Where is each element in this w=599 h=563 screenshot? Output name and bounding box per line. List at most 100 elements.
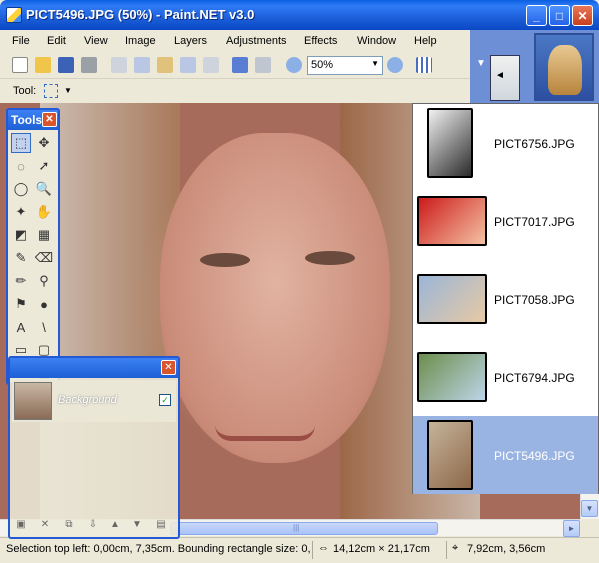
print-icon[interactable] [81, 57, 97, 73]
move-layer-up-icon[interactable]: ▲ [108, 519, 122, 533]
tool-options-bar: Tool: ▼ [0, 80, 488, 102]
layers-close-button[interactable]: ✕ [161, 360, 176, 375]
menu-window[interactable]: Window [357, 35, 396, 47]
ellipse-select-icon[interactable]: ◯ [11, 179, 31, 199]
image-size: 14,12cm × 21,17cm [333, 543, 430, 555]
zoom-icon[interactable]: 🔍 [34, 179, 54, 199]
image-list-item[interactable]: PICT6756.JPG [413, 104, 598, 182]
chevron-down-icon[interactable]: ▼ [64, 86, 72, 95]
menu-file[interactable]: File [12, 35, 30, 47]
recolor-icon[interactable]: ● [34, 294, 54, 314]
save-icon[interactable] [58, 57, 74, 73]
grid-icon[interactable] [416, 57, 432, 73]
duplicate-layer-icon[interactable]: ⧉ [62, 519, 76, 533]
close-button[interactable]: ✕ [572, 5, 593, 26]
layer-row[interactable]: Background ✓ [12, 380, 176, 422]
image-list-item[interactable]: PICT6794.JPG [413, 338, 598, 416]
move-selected-icon[interactable]: ➚ [34, 156, 54, 176]
cursor-position: 7,92cm, 3,56cm [467, 543, 546, 555]
layer-visible-checkbox[interactable]: ✓ [159, 394, 171, 406]
magic-wand-icon[interactable]: ✦ [11, 202, 31, 222]
image-list-item[interactable]: PICT7017.JPG [413, 182, 598, 260]
grip-icon: ||| [293, 523, 300, 532]
image-file-name: PICT7058.JPG [494, 293, 575, 307]
zoom-value: 50% [311, 59, 334, 71]
image-file-name: PICT6794.JPG [494, 371, 575, 385]
new-icon[interactable] [12, 57, 28, 73]
image-file-name: PICT6756.JPG [494, 137, 575, 151]
image-thumbnail [417, 274, 487, 324]
paintbrush-icon[interactable]: ✎ [11, 248, 31, 268]
main-toolbar: 50% ▼ [0, 52, 488, 79]
paint-bucket-icon[interactable]: ◩ [11, 225, 31, 245]
menu-view[interactable]: View [84, 35, 108, 47]
undo-icon[interactable] [232, 57, 248, 73]
menu-image[interactable]: Image [125, 35, 156, 47]
lasso-select-icon[interactable]: ◌ [11, 156, 31, 176]
image-tab-strip: ▼ ◄ [470, 30, 599, 103]
image-thumbnail [427, 108, 473, 178]
scroll-right-button[interactable]: ► [563, 520, 580, 537]
line-curve-icon[interactable]: \ [34, 317, 54, 337]
move-layer-down-icon[interactable]: ▼ [130, 519, 144, 533]
image-thumbnail [417, 196, 487, 246]
minimize-button[interactable]: _ [526, 5, 547, 26]
status-divider [312, 541, 313, 559]
paste-icon[interactable] [157, 57, 173, 73]
canvas-photo-eye [200, 253, 250, 267]
scroll-left-icon[interactable]: ◄ [495, 70, 505, 81]
pan-icon[interactable]: ✋ [34, 202, 54, 222]
image-tab-thumbnail[interactable]: ◄ [490, 55, 520, 101]
delete-layer-icon[interactable]: ✕ [38, 519, 52, 533]
horizontal-scroll-thumb[interactable]: ||| [170, 522, 438, 535]
text-icon[interactable]: A [11, 317, 31, 337]
crop-icon[interactable] [180, 57, 196, 73]
menu-help[interactable]: Help [414, 35, 437, 47]
layer-name: Background [58, 394, 117, 406]
redo-icon[interactable] [255, 57, 271, 73]
status-bar: Selection top left: 0,00cm, 7,35cm. Boun… [0, 537, 599, 563]
zoom-combo[interactable]: 50% ▼ [307, 56, 383, 75]
title-bar: PICT5496.JPG (50%) - Paint.NET v3.0 _ □ … [0, 0, 599, 30]
tools-close-button[interactable]: ✕ [42, 112, 57, 127]
tools-window[interactable]: Tools ✕ ⬚✥◌➚◯🔍✦✋◩▦✎⌫✏⚲⚑●A\▭▢⬭◭ [6, 108, 60, 385]
layers-window[interactable]: ✕ Background ✓ ▣ ✕ ⧉ ⇩ ▲ ▼ ▤ [8, 356, 180, 539]
gradient-icon[interactable]: ▦ [34, 225, 54, 245]
thumbnail-portrait [548, 45, 582, 95]
color-picker-icon[interactable]: ⚲ [34, 271, 54, 291]
zoom-out-icon[interactable] [286, 57, 302, 73]
menu-adjustments[interactable]: Adjustments [226, 35, 287, 47]
cursor-position-icon: ⌖ [452, 542, 459, 554]
add-layer-icon[interactable]: ▣ [14, 519, 28, 533]
menu-layers[interactable]: Layers [174, 35, 207, 47]
layers-window-titlebar[interactable]: ✕ [10, 358, 178, 378]
pencil-icon[interactable]: ✏ [11, 271, 31, 291]
clone-stamp-icon[interactable]: ⚑ [11, 294, 31, 314]
rectangle-select-icon[interactable] [44, 84, 58, 98]
image-list-item[interactable]: PICT5496.JPG [413, 416, 598, 494]
active-image-tab-thumbnail[interactable] [534, 33, 594, 101]
open-icon[interactable] [35, 57, 51, 73]
eraser-icon[interactable]: ⌫ [34, 248, 54, 268]
move-selection-icon[interactable]: ✥ [34, 133, 54, 153]
cut-icon[interactable] [111, 57, 127, 73]
maximize-button[interactable]: □ [549, 5, 570, 26]
copy-icon[interactable] [134, 57, 150, 73]
merge-layer-down-icon[interactable]: ⇩ [86, 519, 100, 533]
image-list-item[interactable]: PICT7058.JPG [413, 260, 598, 338]
canvas-photo-mouth [215, 425, 315, 441]
image-size-icon: ⇔ [318, 542, 329, 554]
chevron-down-icon[interactable]: ▼ [371, 59, 379, 68]
layer-properties-icon[interactable]: ▤ [154, 519, 168, 533]
zoom-in-icon[interactable] [387, 57, 403, 73]
tools-window-titlebar[interactable]: Tools ✕ [8, 110, 58, 130]
rectangle-select-icon[interactable]: ⬚ [11, 133, 31, 153]
canvas-photo-eye [305, 251, 355, 265]
scroll-down-button[interactable]: ▼ [581, 500, 598, 517]
dropdown-arrow-icon[interactable]: ▼ [476, 58, 488, 72]
deselect-icon[interactable] [203, 57, 219, 73]
status-divider [446, 541, 447, 559]
menu-effects[interactable]: Effects [304, 35, 337, 47]
paintnet-app-icon[interactable] [6, 7, 22, 23]
menu-edit[interactable]: Edit [47, 35, 66, 47]
